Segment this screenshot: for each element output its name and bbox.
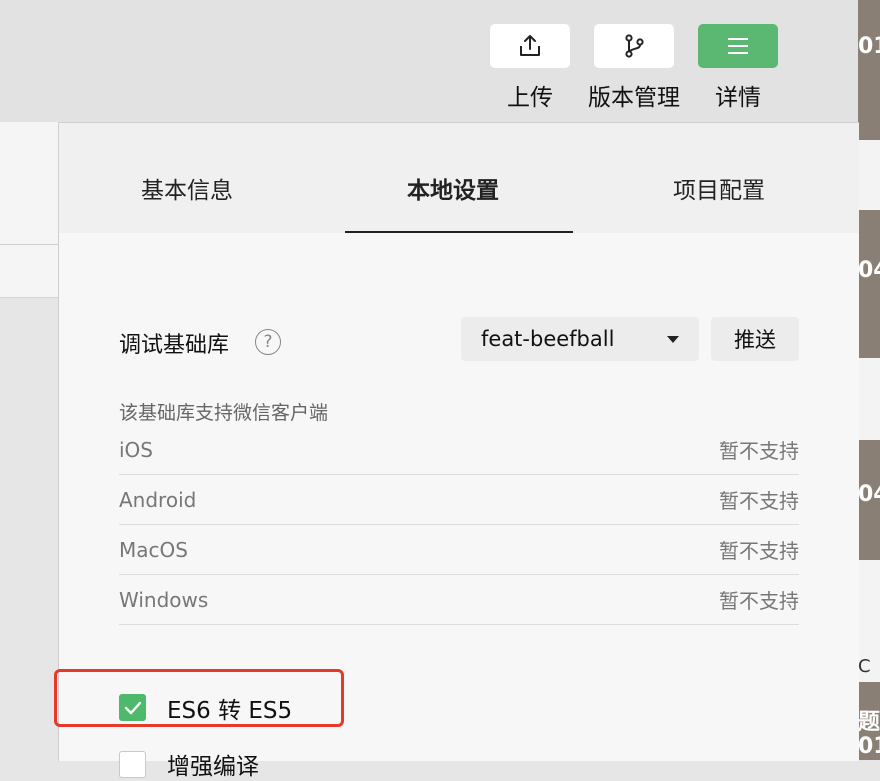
tab-basic-info[interactable]: 基本信息 [141, 171, 233, 205]
top-toolbar: 上传 版本管理 详情 [0, 0, 858, 122]
left-pane-header [0, 122, 58, 245]
platform-status: 暂不支持 [719, 539, 799, 563]
tab-project-config[interactable]: 项目配置 [673, 171, 765, 205]
version-manage-button[interactable] [594, 24, 674, 68]
platform-row: Windows 暂不支持 [119, 575, 799, 625]
desktop-fragment-text: 题 [858, 710, 880, 735]
platform-status: 暂不支持 [719, 489, 799, 513]
help-icon[interactable]: ? [255, 329, 281, 355]
platform-name: Android [119, 487, 197, 512]
enhanced-compile-label: 增强编译 [167, 754, 259, 780]
debug-lib-selected-value: feat-beefball [481, 327, 615, 351]
platform-name: iOS [119, 437, 153, 462]
left-pane-row [0, 245, 58, 298]
upload-button[interactable] [490, 24, 570, 68]
platform-row: Android 暂不支持 [119, 475, 799, 525]
desktop-fragment-text: 01 [858, 734, 880, 759]
caret-down-icon [667, 336, 679, 343]
details-button[interactable] [698, 24, 778, 68]
platform-name: Windows [119, 587, 209, 612]
desktop-file-thumbnail [858, 140, 880, 210]
left-pane [0, 122, 58, 760]
version-manage-label: 版本管理 [588, 85, 680, 111]
platform-row: iOS 暂不支持 [119, 425, 799, 475]
desktop-fragment-text: 04 [858, 258, 880, 283]
upload-icon [520, 35, 540, 56]
platform-support-list: iOS 暂不支持 Android 暂不支持 MacOS 暂不支持 Windows… [119, 425, 799, 625]
platform-row: MacOS 暂不支持 [119, 525, 799, 575]
debug-lib-label: 调试基础库 [119, 333, 230, 358]
debug-lib-select[interactable]: feat-beefball [461, 317, 699, 361]
checkmark-icon [124, 701, 141, 714]
details-panel: 基本信息 本地设置 项目配置 调试基础库 ? feat-beefball 推送 … [54, 122, 859, 780]
details-label: 详情 [715, 85, 761, 111]
desktop-background: 01 04 04 C 题 01 [858, 0, 880, 760]
es6-to-es5-label: ES6 转 ES5 [167, 698, 293, 724]
platform-status: 暂不支持 [719, 589, 799, 613]
branch-icon [625, 34, 644, 58]
desktop-fragment-text: C [858, 656, 871, 677]
tab-local-settings[interactable]: 本地设置 [407, 171, 499, 205]
menu-icon [728, 38, 748, 54]
enhanced-compile-checkbox[interactable] [119, 751, 146, 778]
tab-bar: 基本信息 本地设置 项目配置 [59, 123, 859, 233]
desktop-fragment-text: 04 [858, 482, 880, 507]
push-button[interactable]: 推送 [711, 317, 799, 361]
platform-status: 暂不支持 [719, 439, 799, 463]
desktop-fragment-text: 01 [858, 34, 880, 59]
support-label: 该基础库支持微信客户端 [119, 402, 329, 424]
es6-to-es5-checkbox[interactable] [119, 694, 146, 721]
active-tab-indicator [345, 231, 573, 233]
upload-label: 上传 [507, 85, 553, 111]
desktop-file-thumbnail [858, 358, 880, 440]
platform-name: MacOS [119, 537, 188, 562]
